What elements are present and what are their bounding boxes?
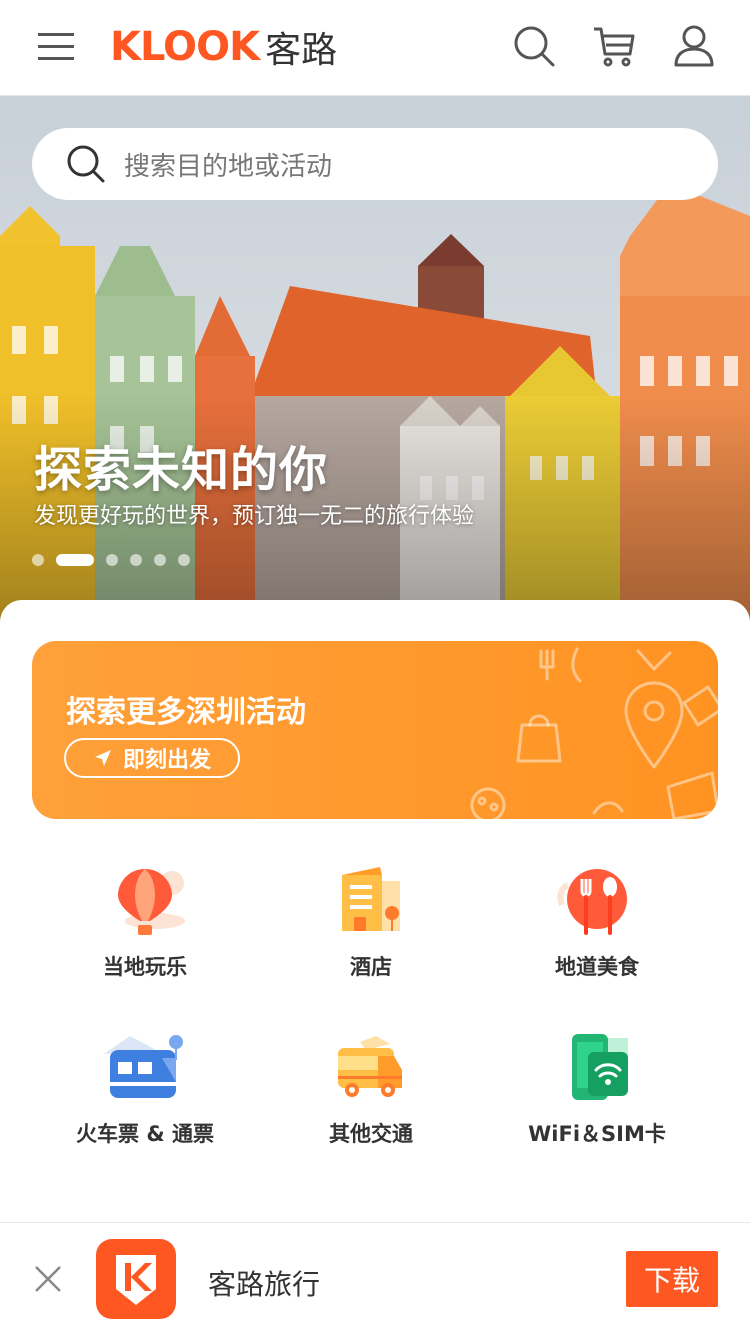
- app-logo-icon: [96, 1239, 176, 1319]
- content-panel: 探索更多深圳活动 即刻出发 当地玩乐 酒店 地道美食 火车票 & 通票 其他交通…: [0, 600, 750, 1220]
- category-label: 当地玩乐: [103, 955, 187, 979]
- category-label: 酒店: [350, 955, 392, 979]
- app-download-bar: 客路旅行 下载: [0, 1222, 750, 1334]
- search-input[interactable]: 搜索目的地或活动: [32, 128, 718, 200]
- hero-banner[interactable]: 搜索目的地或活动 探索未知的你 发现更好玩的世界，预订独一无二的旅行体验: [0, 96, 750, 636]
- category-label: 其他交通: [329, 1122, 413, 1146]
- search-icon[interactable]: [512, 24, 556, 68]
- food-icon: [557, 869, 627, 935]
- depart-now-label: 即刻出发: [122, 748, 211, 773]
- wifi-sim-icon: [572, 1034, 628, 1100]
- logo-text-cn: 客路: [265, 30, 338, 71]
- explore-city-banner[interactable]: 探索更多深圳活动 即刻出发: [32, 641, 718, 819]
- category-label: WiFi＆SIM卡: [528, 1122, 666, 1146]
- cart-icon[interactable]: [592, 24, 636, 68]
- top-header: KLOOK 客路: [0, 0, 750, 96]
- hero-subtitle: 发现更好玩的世界，预订独一无二的旅行体验: [34, 504, 475, 529]
- category-hotel[interactable]: 酒店: [256, 865, 486, 981]
- navigation-arrow-icon: [94, 750, 111, 766]
- category-other-transport[interactable]: 其他交通: [256, 1032, 486, 1148]
- carousel-dot[interactable]: [106, 554, 118, 566]
- download-button[interactable]: 下载: [626, 1251, 718, 1307]
- user-icon[interactable]: [672, 24, 716, 68]
- category-local-food[interactable]: 地道美食: [482, 865, 712, 981]
- menu-icon[interactable]: [36, 26, 76, 66]
- category-label: 地道美食: [555, 955, 639, 979]
- carousel-dot[interactable]: [154, 554, 166, 566]
- close-icon[interactable]: [32, 1263, 64, 1295]
- category-wifi-sim[interactable]: WiFi＆SIM卡: [482, 1032, 712, 1148]
- category-local-fun[interactable]: 当地玩乐: [30, 865, 260, 981]
- klook-logo[interactable]: KLOOK 客路: [110, 22, 337, 72]
- category-train[interactable]: 火车票 & 通票: [30, 1032, 260, 1148]
- logo-text-en: KLOOK: [110, 24, 260, 70]
- search-placeholder: 搜索目的地或活动: [124, 151, 333, 182]
- hot-air-balloon-icon: [118, 869, 185, 935]
- carousel-indicator: [32, 554, 190, 566]
- search-icon: [67, 145, 105, 183]
- bus-icon: [338, 1036, 402, 1097]
- category-label: 火车票 & 通票: [76, 1122, 214, 1146]
- banner-title: 探索更多深圳活动: [66, 695, 306, 730]
- carousel-dot[interactable]: [32, 554, 44, 566]
- carousel-dot-active[interactable]: [56, 554, 94, 566]
- depart-now-button[interactable]: 即刻出发: [64, 738, 240, 778]
- app-name: 客路旅行: [208, 1268, 321, 1301]
- train-icon: [104, 1035, 183, 1098]
- carousel-dot[interactable]: [130, 554, 142, 566]
- hotel-icon: [342, 867, 400, 931]
- carousel-dot[interactable]: [178, 554, 190, 566]
- hero-title: 探索未知的你: [34, 442, 329, 498]
